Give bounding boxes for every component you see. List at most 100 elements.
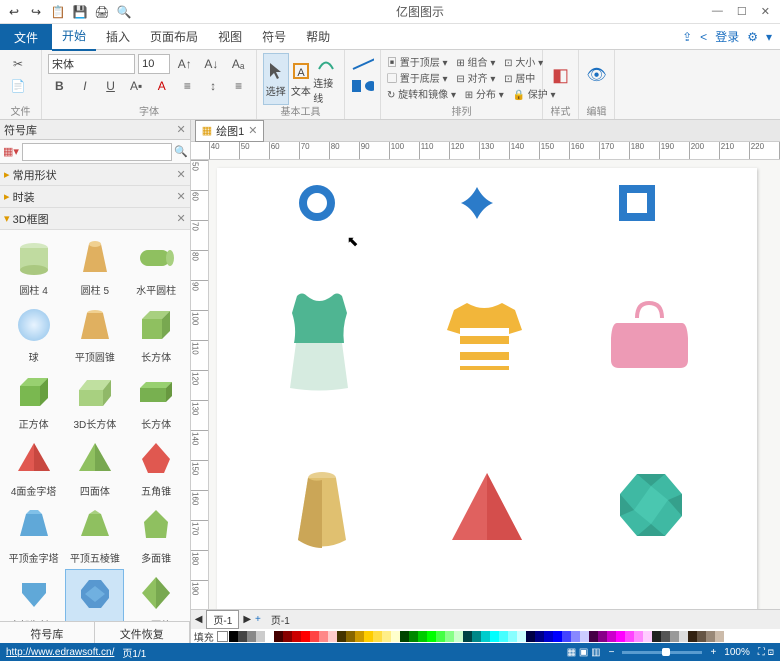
maximize-button[interactable]: ☐ xyxy=(737,5,747,18)
page-prev-icon[interactable]: ◀ xyxy=(195,614,203,625)
color-swatch[interactable] xyxy=(427,631,436,642)
color-swatch[interactable] xyxy=(409,631,418,642)
zoom-icon[interactable]: 🔍 xyxy=(116,4,132,20)
color-swatch[interactable] xyxy=(544,631,553,642)
tab-insert[interactable]: 插入 xyxy=(96,23,140,50)
shape-item[interactable]: 平顶圆锥 xyxy=(65,301,124,366)
color-swatch[interactable] xyxy=(382,631,391,642)
file-menu-button[interactable]: 文件 xyxy=(0,24,52,50)
group-button[interactable]: ⊞ 组合 ▾ xyxy=(456,54,495,69)
color-swatch[interactable] xyxy=(238,631,247,642)
canvas-shape-cone[interactable] xyxy=(292,468,352,553)
category-common[interactable]: ▸ 常用形状✕ xyxy=(0,164,190,186)
canvas-shape-tshirt[interactable] xyxy=(442,298,527,378)
bullets-icon[interactable]: ≡ xyxy=(176,75,199,97)
print-icon[interactable]: 🖨 xyxy=(94,4,110,20)
library-menu-icon[interactable]: ▦▾ xyxy=(2,145,20,158)
shape-item[interactable]: 圆柱 5 xyxy=(65,234,124,299)
sidebar-close-icon[interactable]: ✕ xyxy=(176,123,185,136)
color-swatch[interactable] xyxy=(274,631,283,642)
bold-button[interactable]: B xyxy=(48,75,71,97)
canvas-shape-circle[interactable] xyxy=(297,183,337,223)
shape-item[interactable]: 五角锥 xyxy=(126,435,185,500)
category-3d[interactable]: ▾ 3D框图✕ xyxy=(0,208,190,230)
shape-item[interactable]: 正方体 xyxy=(4,368,63,433)
highlight-icon[interactable]: A▪ xyxy=(125,75,148,97)
color-swatch[interactable] xyxy=(616,631,625,642)
redo-icon[interactable]: ↪ xyxy=(28,4,44,20)
color-swatch[interactable] xyxy=(418,631,427,642)
shape-item[interactable]: 3D长方体 xyxy=(65,368,124,433)
center-button[interactable]: ⊡ 居中 xyxy=(504,70,535,85)
tab-recovery[interactable]: 文件恢复 xyxy=(95,622,190,643)
page-tab[interactable]: 页-1 xyxy=(206,610,239,629)
fit-icon[interactable]: ⛶ ⊡ xyxy=(758,647,774,658)
zoom-out-icon[interactable]: − xyxy=(609,647,615,658)
color-swatch[interactable] xyxy=(265,631,274,642)
color-swatch[interactable] xyxy=(247,631,256,642)
color-swatch[interactable] xyxy=(364,631,373,642)
shape-item[interactable]: 平顶五棱锥 xyxy=(65,502,124,567)
align-icon[interactable]: ≡ xyxy=(227,75,250,97)
doc-tab[interactable]: ▦绘图1✕ xyxy=(195,120,265,142)
canvas-shape-diamond[interactable] xyxy=(457,183,497,223)
tab-layout[interactable]: 页面布局 xyxy=(140,23,208,50)
canvas-shape-bag[interactable] xyxy=(607,298,692,373)
tab-symbols[interactable]: 符号 xyxy=(252,23,296,50)
color-swatch[interactable] xyxy=(499,631,508,642)
zoom-in-icon[interactable]: + xyxy=(710,647,716,658)
color-swatch[interactable] xyxy=(553,631,562,642)
distribute-button[interactable]: ⊞ 分布 ▾ xyxy=(465,86,504,101)
color-swatch[interactable] xyxy=(562,631,571,642)
login-link[interactable]: 登录 xyxy=(715,28,739,45)
color-swatch[interactable] xyxy=(706,631,715,642)
save-icon[interactable]: 💾 xyxy=(72,4,88,20)
font-color-icon[interactable]: A xyxy=(151,75,174,97)
clear-format-icon[interactable]: Aₐ xyxy=(226,53,250,75)
color-swatch[interactable] xyxy=(292,631,301,642)
shape-item[interactable]: 球 xyxy=(4,301,63,366)
color-swatch[interactable] xyxy=(526,631,535,642)
page-next-icon[interactable]: ▶ xyxy=(243,614,251,625)
color-swatch[interactable] xyxy=(535,631,544,642)
status-url[interactable]: http://www.edrawsoft.cn/ xyxy=(6,647,114,658)
align-button[interactable]: ⊟ 对齐 ▾ xyxy=(456,70,495,85)
shape-item[interactable]: 底部为长... xyxy=(4,569,63,621)
color-swatch[interactable] xyxy=(310,631,319,642)
shape-item[interactable]: 圆柱 4 xyxy=(4,234,63,299)
add-page-icon[interactable]: + xyxy=(255,614,261,625)
tab-view[interactable]: 视图 xyxy=(208,23,252,50)
search-icon[interactable]: 🔍 xyxy=(174,145,188,158)
color-swatch[interactable] xyxy=(517,631,526,642)
color-swatch[interactable] xyxy=(283,631,292,642)
paste-icon[interactable]: 📋 xyxy=(50,4,66,20)
canvas-shape-polyhedron[interactable] xyxy=(612,466,690,544)
search-input[interactable] xyxy=(22,143,172,161)
bring-front-button[interactable]: ▣ 置于顶层 ▾ xyxy=(387,54,448,69)
canvas-shape-pyramid[interactable] xyxy=(447,468,527,548)
canvas-shape-dress[interactable] xyxy=(282,288,357,393)
color-swatch[interactable] xyxy=(346,631,355,642)
tab-start[interactable]: 开始 xyxy=(52,22,96,51)
color-swatch[interactable] xyxy=(670,631,679,642)
color-swatch[interactable] xyxy=(580,631,589,642)
color-swatch[interactable] xyxy=(697,631,706,642)
color-swatch[interactable] xyxy=(607,631,616,642)
style-icon[interactable]: ◧ xyxy=(549,53,572,97)
color-swatch[interactable] xyxy=(589,631,598,642)
color-swatch[interactable] xyxy=(661,631,670,642)
color-swatch[interactable] xyxy=(571,631,580,642)
color-swatch[interactable] xyxy=(625,631,634,642)
settings-icon[interactable]: ⚙ xyxy=(747,30,758,44)
color-swatch[interactable] xyxy=(472,631,481,642)
dropdown-icon[interactable]: ▾ xyxy=(766,30,772,44)
shape-item[interactable]: 平顶金字塔 xyxy=(4,502,63,567)
canvas[interactable]: ⬉ xyxy=(209,160,780,609)
view-mode-icon[interactable]: ▦ ▣ ▥ xyxy=(567,647,601,658)
page[interactable]: ⬉ xyxy=(217,168,757,609)
shape-item[interactable]: 多面锥 xyxy=(126,502,185,567)
color-swatch[interactable] xyxy=(598,631,607,642)
color-swatch[interactable] xyxy=(463,631,472,642)
shape-item[interactable]: 八面体 xyxy=(126,569,185,621)
tab-help[interactable]: 帮助 xyxy=(296,23,340,50)
